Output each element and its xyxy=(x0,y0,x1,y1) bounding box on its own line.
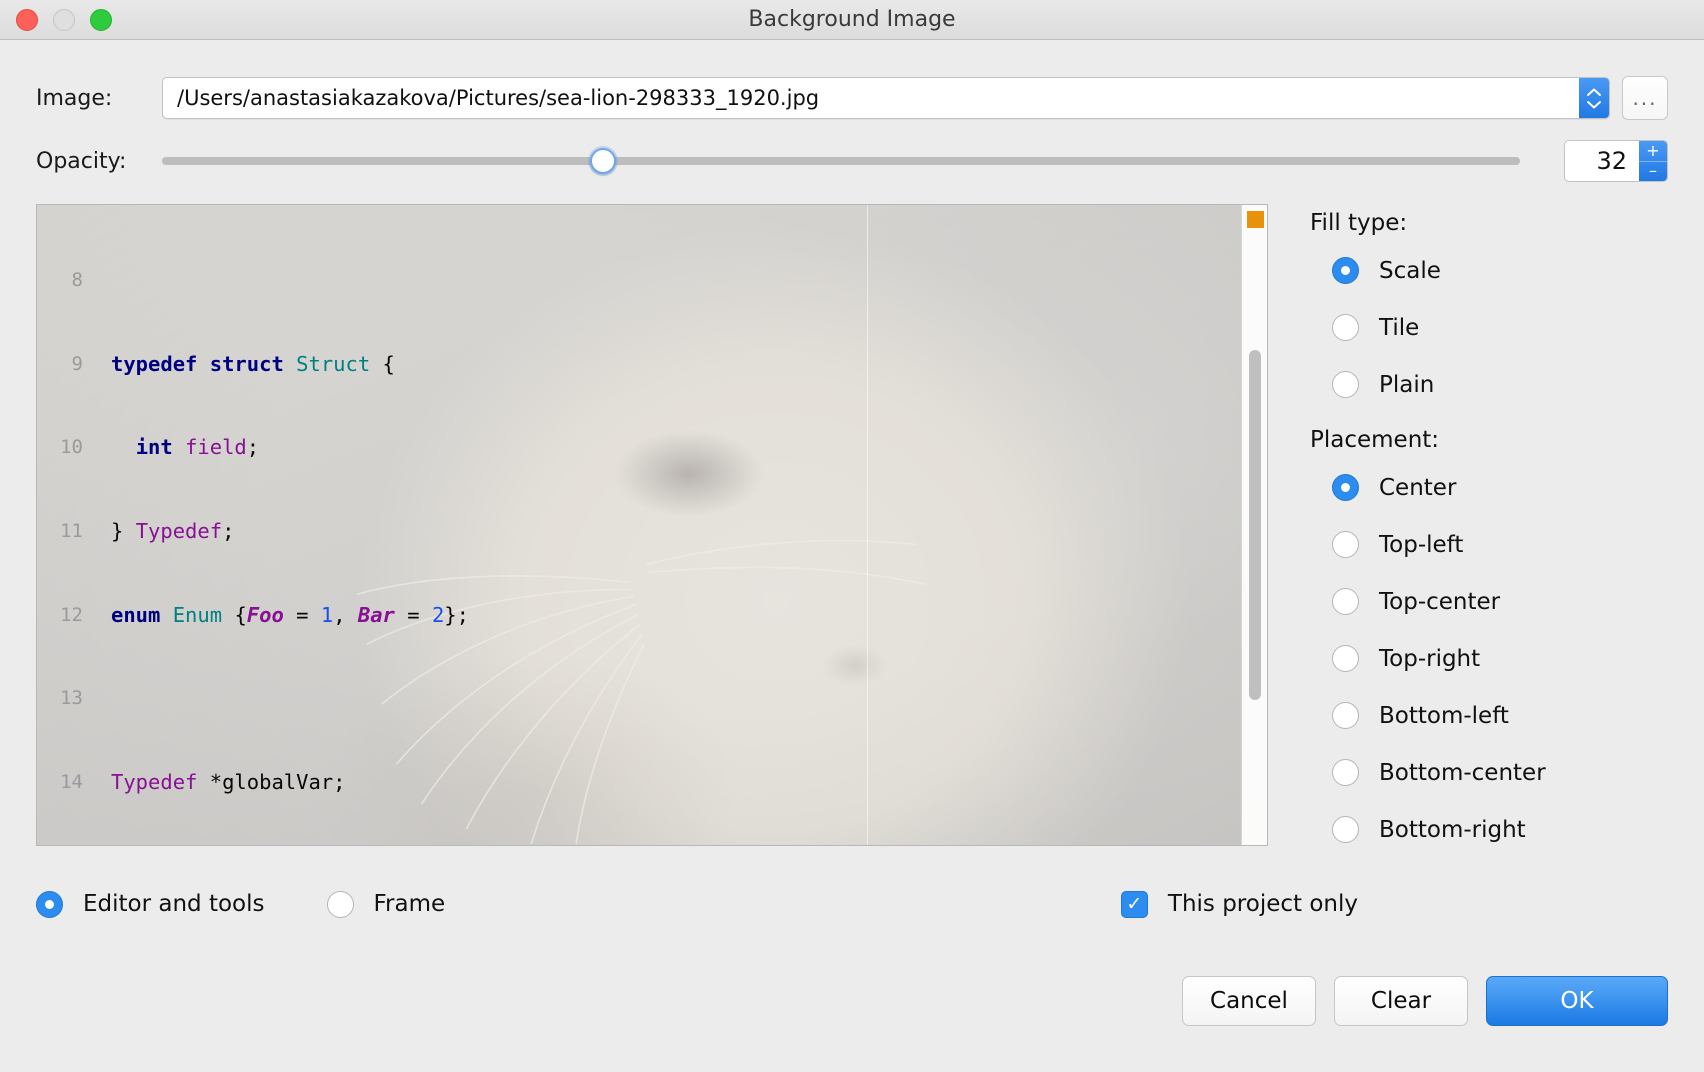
cancel-button[interactable]: Cancel xyxy=(1182,976,1316,1026)
fill-type-option-tile[interactable]: Tile xyxy=(1310,299,1668,356)
clear-button[interactable]: Clear xyxy=(1334,976,1468,1026)
line-number: 11 xyxy=(37,518,95,546)
radio-icon-frame[interactable] xyxy=(327,891,354,918)
opacity-value-input[interactable]: 32 xyxy=(1565,147,1639,175)
opacity-label: Opacity: xyxy=(36,149,162,174)
opacity-slider-handle[interactable] xyxy=(590,148,616,174)
placement-label-top-left: Top-left xyxy=(1379,532,1463,558)
radio-icon-scale[interactable] xyxy=(1332,257,1359,284)
code-line: typedef struct Struct { xyxy=(95,351,395,379)
radio-icon-plain[interactable] xyxy=(1332,371,1359,398)
zoom-button-icon[interactable] xyxy=(90,9,112,31)
radio-icon-tile[interactable] xyxy=(1332,314,1359,341)
image-path-combo[interactable]: /Users/anastasiakazakova/Pictures/sea-li… xyxy=(162,77,1610,119)
placement-option-top-left[interactable]: Top-left xyxy=(1310,516,1668,573)
ok-button[interactable]: OK xyxy=(1486,976,1668,1026)
placement-label-bottom-center: Bottom-center xyxy=(1379,760,1546,786)
opacity-spinner[interactable]: 32 + – xyxy=(1564,140,1668,182)
combo-chevron-updown-icon[interactable] xyxy=(1579,78,1609,118)
project-only-group[interactable]: ✓ This project only xyxy=(1121,891,1358,918)
options-panel: Fill type: Scale Tile Plain Placement: C… xyxy=(1268,204,1668,858)
line-number: 9 xyxy=(37,351,95,379)
line-number: 10 xyxy=(37,434,95,462)
radio-icon-bottom-right[interactable] xyxy=(1332,816,1359,843)
placement-option-bottom-center[interactable]: Bottom-center xyxy=(1310,744,1668,801)
placement-option-top-center[interactable]: Top-center xyxy=(1310,573,1668,630)
window-titlebar: Background Image xyxy=(0,0,1704,40)
fill-type-label-tile: Tile xyxy=(1379,315,1419,341)
placement-option-top-right[interactable]: Top-right xyxy=(1310,630,1668,687)
close-button-icon[interactable] xyxy=(16,9,38,31)
browse-ellipsis-button[interactable]: ... xyxy=(1622,76,1668,120)
placement-label-top-center: Top-center xyxy=(1379,589,1500,615)
placement-label-top-right: Top-right xyxy=(1379,646,1480,672)
stepper-increment-icon[interactable]: + xyxy=(1639,141,1667,161)
code-line: int field; xyxy=(95,434,259,462)
project-only-label: This project only xyxy=(1168,891,1358,917)
placement-label-center: Center xyxy=(1379,475,1456,501)
fill-type-option-plain[interactable]: Plain xyxy=(1310,356,1668,413)
radio-icon-editor-and-tools[interactable] xyxy=(36,891,63,918)
checkbox-icon-this-project-only[interactable]: ✓ xyxy=(1121,891,1148,918)
stepper-decrement-icon[interactable]: – xyxy=(1639,161,1667,182)
code-line: } Typedef; xyxy=(95,518,234,546)
placement-heading: Placement: xyxy=(1310,427,1668,453)
opacity-slider-track[interactable] xyxy=(162,157,1520,165)
background-image-dialog: Image: /Users/anastasiakazakova/Pictures… xyxy=(0,76,1704,1050)
radio-icon-top-left[interactable] xyxy=(1332,531,1359,558)
line-number: 12 xyxy=(37,602,95,630)
fill-type-label-plain: Plain xyxy=(1379,372,1434,398)
target-option-editor-and-tools[interactable]: Editor and tools xyxy=(36,891,265,918)
placement-label-bottom-left: Bottom-left xyxy=(1379,703,1509,729)
code-line: Typedef *globalVar; xyxy=(95,769,346,797)
line-number: 14 xyxy=(37,769,95,797)
scrollbar-warning-marker-icon[interactable] xyxy=(1247,211,1264,228)
image-label: Image: xyxy=(36,86,162,111)
line-number: 8 xyxy=(37,267,95,295)
fill-type-heading: Fill type: xyxy=(1310,210,1668,236)
placement-label-bottom-right: Bottom-right xyxy=(1379,817,1526,843)
preview-and-options: 8 9typedef struct Struct { 10 int field;… xyxy=(36,204,1668,858)
target-label-editor-and-tools: Editor and tools xyxy=(83,891,265,917)
placement-option-bottom-right[interactable]: Bottom-right xyxy=(1310,801,1668,858)
radio-icon-bottom-left[interactable] xyxy=(1332,702,1359,729)
traffic-lights xyxy=(16,9,112,31)
window-title: Background Image xyxy=(0,7,1704,32)
line-number: 13 xyxy=(37,685,95,713)
code-preview-text: 8 9typedef struct Struct { 10 int field;… xyxy=(37,205,1267,845)
radio-icon-top-center[interactable] xyxy=(1332,588,1359,615)
preview-scrollbar[interactable] xyxy=(1241,205,1267,845)
fill-type-label-scale: Scale xyxy=(1379,258,1441,284)
target-row: Editor and tools Frame ✓ This project on… xyxy=(36,882,1668,926)
target-label-frame: Frame xyxy=(374,891,446,917)
opacity-row: Opacity: 32 + – xyxy=(36,140,1668,182)
editor-preview: 8 9typedef struct Struct { 10 int field;… xyxy=(36,204,1268,846)
opacity-stepper[interactable]: + – xyxy=(1639,141,1667,181)
radio-icon-top-right[interactable] xyxy=(1332,645,1359,672)
fill-type-option-scale[interactable]: Scale xyxy=(1310,242,1668,299)
image-row: Image: /Users/anastasiakazakova/Pictures… xyxy=(36,76,1668,120)
image-path-input[interactable]: /Users/anastasiakazakova/Pictures/sea-li… xyxy=(163,86,1579,110)
placement-option-center[interactable]: Center xyxy=(1310,459,1668,516)
placement-option-bottom-left[interactable]: Bottom-left xyxy=(1310,687,1668,744)
opacity-slider[interactable] xyxy=(162,144,1520,178)
target-option-frame[interactable]: Frame xyxy=(327,891,446,918)
scrollbar-thumb[interactable] xyxy=(1249,350,1261,700)
dialog-buttons: Cancel Clear OK xyxy=(36,976,1668,1050)
minimize-button-icon[interactable] xyxy=(53,9,75,31)
radio-icon-bottom-center[interactable] xyxy=(1332,759,1359,786)
code-line: enum Enum {Foo = 1, Bar = 2}; xyxy=(95,602,469,630)
radio-icon-center[interactable] xyxy=(1332,474,1359,501)
